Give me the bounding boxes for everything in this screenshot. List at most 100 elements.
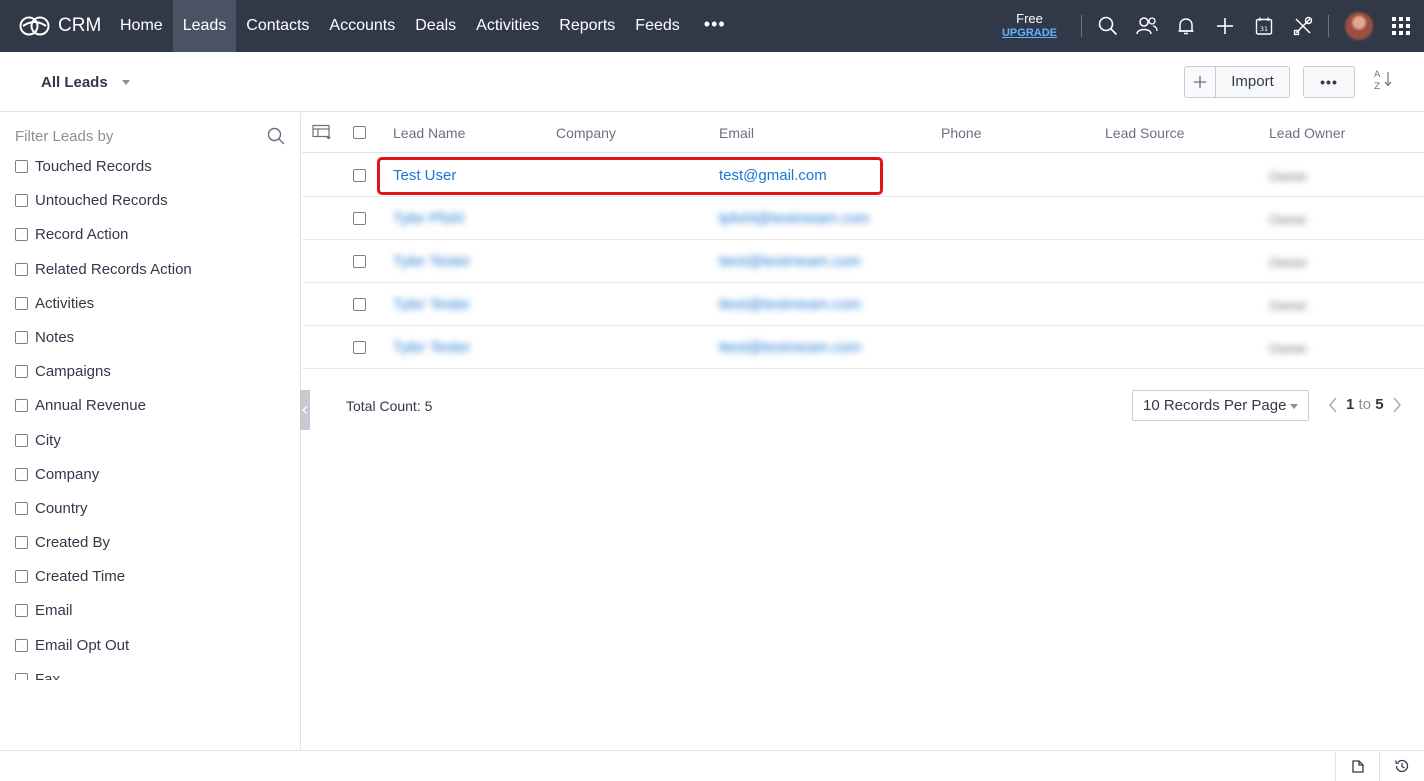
- filter-item[interactable]: Created Time: [15, 568, 295, 602]
- filter-checkbox[interactable]: [15, 536, 28, 550]
- lead-name-link[interactable]: Tyler Tester: [393, 253, 470, 270]
- user-avatar[interactable]: [1345, 12, 1373, 40]
- filter-label: Company: [35, 465, 100, 483]
- table-row[interactable]: Tyler Pfohl tpfohl@testmeam.com Owner: [302, 197, 1424, 240]
- custom-view-select[interactable]: All Leads: [41, 74, 130, 91]
- chevron-right-icon[interactable]: [1392, 397, 1402, 413]
- filter-label: Created By: [35, 534, 111, 552]
- filter-checkbox[interactable]: [15, 570, 28, 584]
- nav-more-button[interactable]: •••: [690, 0, 740, 52]
- filter-item[interactable]: Fax: [15, 671, 295, 680]
- filter-item[interactable]: Created By: [15, 534, 295, 568]
- table-row[interactable]: Tyler Tester ttest@testmeam.com Owner: [302, 240, 1424, 283]
- filter-item[interactable]: Notes: [15, 329, 295, 363]
- row-checkbox[interactable]: [353, 298, 366, 311]
- search-button[interactable]: [1088, 0, 1127, 52]
- plan-label: Free: [1016, 11, 1043, 26]
- nav-item-home[interactable]: Home: [110, 0, 173, 52]
- email-link[interactable]: tpfohl@testmeam.com: [719, 210, 869, 227]
- svg-text:A: A: [1374, 70, 1381, 80]
- sort-az-icon[interactable]: A Z: [1373, 68, 1395, 92]
- top-navigation: CRM Home Leads Contacts Accounts Deals Activi…: [0, 0, 1424, 52]
- nav-item-reports[interactable]: Reports: [549, 0, 625, 52]
- table-row[interactable]: Tyler Tester ttest@testmeam.com Owner: [302, 283, 1424, 326]
- filter-checkbox[interactable]: [15, 330, 28, 344]
- nav-item-feeds[interactable]: Feeds: [625, 0, 689, 52]
- filter-item[interactable]: Campaigns: [15, 363, 295, 397]
- column-header-lead-source[interactable]: Lead Source: [1105, 125, 1184, 141]
- notifications-button[interactable]: [1166, 0, 1205, 52]
- calendar-button[interactable]: 31: [1244, 0, 1283, 52]
- email-link[interactable]: ttest@testmeam.com: [719, 253, 861, 270]
- filter-item[interactable]: Related Records Action: [15, 261, 295, 295]
- nav-item-leads[interactable]: Leads: [172, 0, 237, 52]
- filter-label: Fax: [35, 670, 61, 680]
- column-header-email[interactable]: Email: [719, 125, 754, 141]
- select-all-checkbox[interactable]: [353, 126, 366, 139]
- notes-button[interactable]: [1335, 751, 1379, 781]
- search-icon[interactable]: [267, 127, 285, 145]
- row-checkbox[interactable]: [353, 212, 366, 225]
- email-link[interactable]: ttest@testmeam.com: [719, 339, 861, 356]
- filter-item[interactable]: Annual Revenue: [15, 397, 295, 431]
- filter-checkbox[interactable]: [15, 160, 28, 173]
- filter-item[interactable]: City: [15, 432, 295, 466]
- filter-item[interactable]: Touched Records: [15, 158, 295, 192]
- filter-checkbox[interactable]: [15, 296, 28, 310]
- setup-button[interactable]: [1283, 0, 1322, 52]
- apps-button[interactable]: [1381, 0, 1420, 52]
- lead-name-link[interactable]: Tyler Tester: [393, 296, 470, 313]
- recent-items-button[interactable]: [1379, 751, 1423, 781]
- row-checkbox[interactable]: [353, 255, 366, 268]
- contacts-button[interactable]: [1127, 0, 1166, 52]
- filter-checkbox[interactable]: [15, 638, 28, 652]
- filter-item[interactable]: Record Action: [15, 226, 295, 260]
- filter-checkbox[interactable]: [15, 194, 28, 208]
- crm-logo-icon: [19, 16, 50, 36]
- svg-text:Z: Z: [1374, 82, 1380, 92]
- column-header-phone[interactable]: Phone: [941, 125, 981, 141]
- total-count: Total Count: 5: [346, 398, 433, 414]
- nav-item-activities[interactable]: Activities: [466, 0, 549, 52]
- upgrade-link[interactable]: UPGRADE: [1002, 26, 1057, 41]
- table-row[interactable]: Tyler Tester ttest@testmeam.com Owner: [302, 326, 1424, 369]
- filter-item[interactable]: Activities: [15, 295, 295, 329]
- chevron-left-icon[interactable]: [1328, 397, 1338, 413]
- email-link[interactable]: ttest@testmeam.com: [719, 296, 861, 313]
- import-button[interactable]: Import: [1216, 67, 1289, 97]
- nav-item-contacts[interactable]: Contacts: [236, 0, 319, 52]
- lead-name-link[interactable]: Tyler Pfohl: [393, 210, 464, 227]
- filter-sidebar: Filter Leads by Touched Records Untouched…: [0, 113, 301, 750]
- nav-item-deals[interactable]: Deals: [405, 0, 466, 52]
- row-checkbox[interactable]: [353, 341, 366, 354]
- filter-item[interactable]: Company: [15, 466, 295, 500]
- filter-checkbox[interactable]: [15, 365, 28, 379]
- create-button[interactable]: [1205, 0, 1244, 52]
- filter-label: City: [35, 431, 61, 449]
- filter-checkbox[interactable]: [15, 433, 28, 447]
- filter-checkbox[interactable]: [15, 399, 28, 413]
- row-checkbox[interactable]: [353, 169, 366, 182]
- crm-logo[interactable]: CRM: [0, 0, 110, 52]
- filter-checkbox[interactable]: [15, 672, 28, 680]
- column-header-lead-name[interactable]: Lead Name: [393, 125, 465, 141]
- create-lead-button[interactable]: [1185, 67, 1216, 97]
- nav-item-accounts[interactable]: Accounts: [319, 0, 405, 52]
- lead-owner-cell: Owner: [1269, 255, 1308, 270]
- lead-name-link[interactable]: Tyler Tester: [393, 339, 470, 356]
- filter-checkbox[interactable]: [15, 467, 28, 481]
- filter-checkbox[interactable]: [15, 262, 28, 276]
- filter-checkbox[interactable]: [15, 501, 28, 515]
- column-settings-icon[interactable]: [312, 124, 332, 140]
- column-header-lead-owner[interactable]: Lead Owner: [1269, 125, 1345, 141]
- filter-checkbox[interactable]: [15, 228, 28, 242]
- more-actions-button[interactable]: •••: [1303, 66, 1355, 98]
- svg-text:31: 31: [1259, 25, 1267, 33]
- filter-item[interactable]: Untouched Records: [15, 192, 295, 226]
- column-header-company[interactable]: Company: [556, 125, 616, 141]
- filter-item[interactable]: Email Opt Out: [15, 637, 295, 671]
- filter-checkbox[interactable]: [15, 604, 28, 618]
- filter-item[interactable]: Email: [15, 602, 295, 636]
- records-per-page-select[interactable]: 10 Records Per Page: [1132, 390, 1309, 421]
- filter-item[interactable]: Country: [15, 500, 295, 534]
